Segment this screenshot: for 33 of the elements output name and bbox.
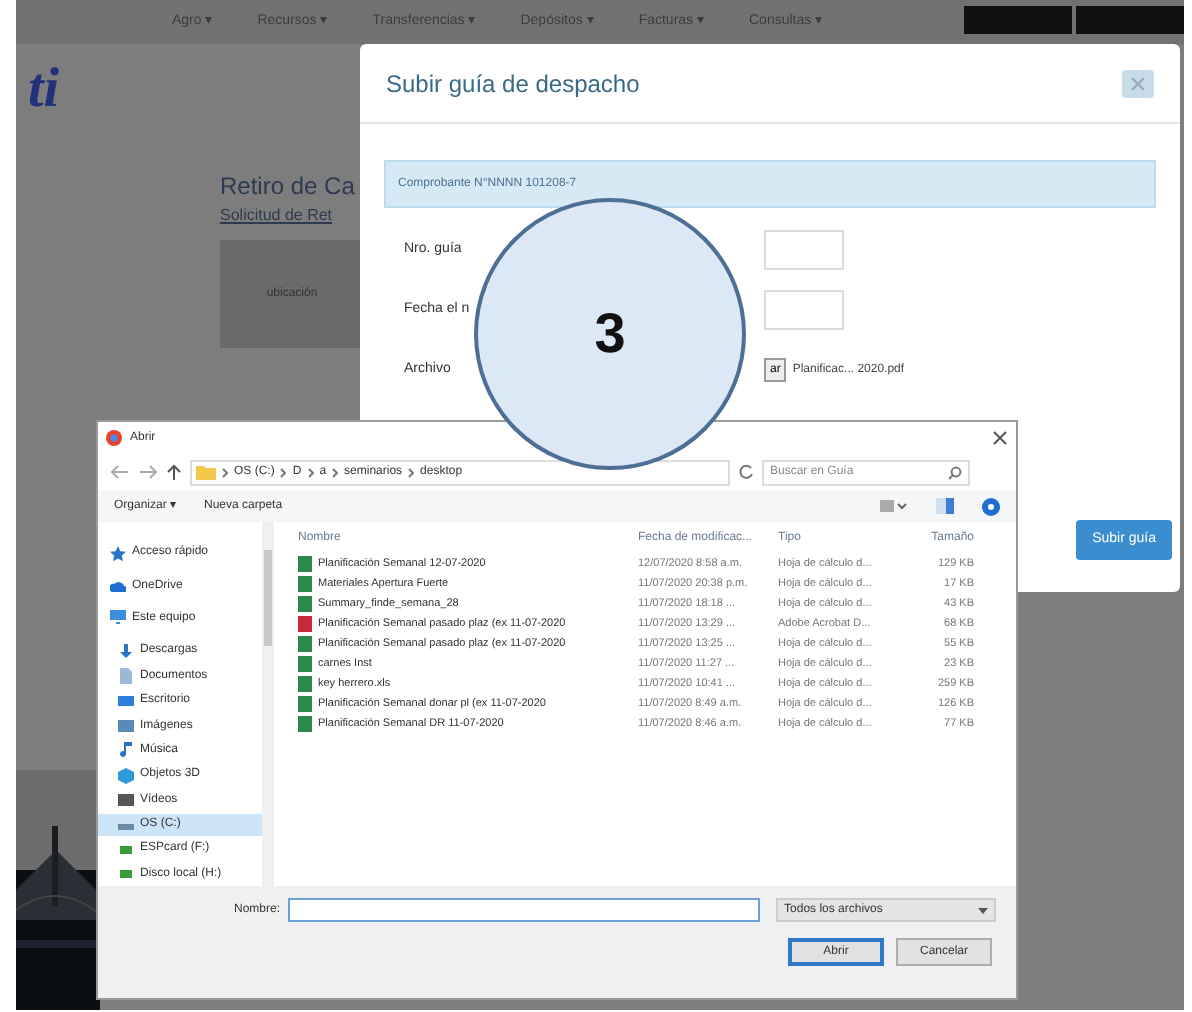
- pc-icon: [110, 610, 126, 627]
- filename-field[interactable]: [288, 898, 761, 922]
- search-icon: [948, 465, 962, 479]
- star-icon: [110, 545, 126, 562]
- page-title: Retiro de Ca: [220, 170, 355, 204]
- forward-icon[interactable]: [138, 464, 158, 480]
- doc-icon: [118, 668, 134, 685]
- view-icon[interactable]: [880, 498, 908, 514]
- download-icon: [118, 643, 134, 660]
- close-icon[interactable]: [992, 430, 1008, 446]
- music-icon: [118, 742, 134, 759]
- modal-title: Subir guía de despacho: [386, 67, 640, 101]
- preview-pane-icon[interactable]: [936, 498, 954, 514]
- refresh-icon[interactable]: [738, 464, 754, 480]
- chevron-icon: [332, 467, 339, 477]
- back-icon[interactable]: [110, 464, 130, 480]
- chevron-icon: [307, 467, 314, 477]
- chevron-icon: [408, 467, 415, 477]
- input-field[interactable]: [764, 290, 844, 330]
- browser-icon: [106, 430, 122, 446]
- pdf-file-icon: [298, 616, 312, 632]
- logo: ti: [28, 56, 60, 124]
- chevron-icon: [222, 467, 228, 477]
- page-subtitle: Solicitud de Ret: [220, 204, 333, 228]
- caret-icon: [978, 907, 989, 913]
- help-icon[interactable]: [982, 497, 1000, 515]
- chevron-icon: [280, 467, 287, 477]
- up-icon[interactable]: [166, 464, 182, 480]
- scrollbar[interactable]: [262, 522, 274, 886]
- input-field[interactable]: [764, 230, 844, 270]
- cloud-icon: [110, 578, 126, 595]
- folder-icon: [196, 464, 216, 480]
- cube-icon: [118, 767, 134, 784]
